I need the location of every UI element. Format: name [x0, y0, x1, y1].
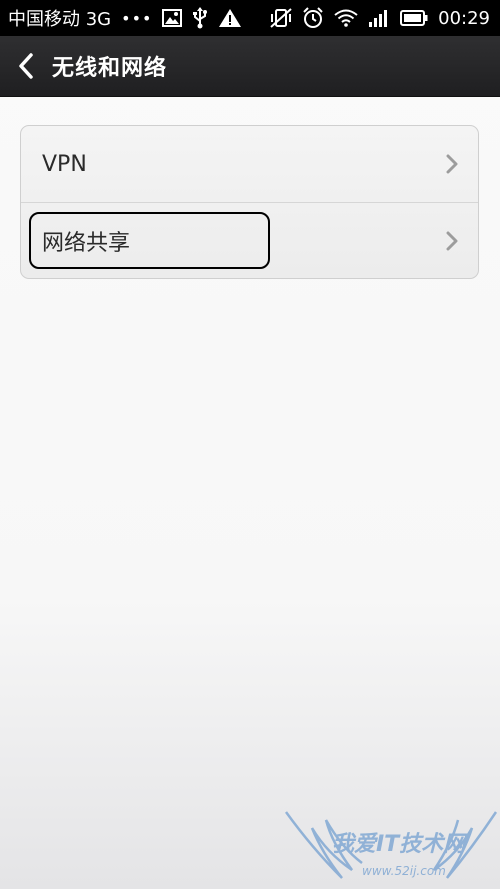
- page-title: 无线和网络: [52, 56, 168, 81]
- alarm-icon: [302, 7, 324, 29]
- signal-strength-icon: [368, 8, 390, 28]
- back-button[interactable]: [0, 36, 52, 97]
- wifi-icon: [334, 9, 358, 27]
- usb-icon: [192, 7, 208, 29]
- settings-item-vpn[interactable]: VPN: [21, 126, 478, 202]
- warning-icon: [218, 8, 242, 28]
- status-bar: 中国移动 3G ••• 00:29: [0, 0, 500, 36]
- watermark-url: www.52ij.com: [362, 864, 446, 878]
- title-bar: 无线和网络: [0, 36, 500, 97]
- highlight-annotation: [29, 212, 270, 269]
- chevron-left-icon: [18, 53, 34, 79]
- vibrate-off-icon: [270, 8, 292, 28]
- settings-item-label: VPN: [42, 151, 87, 177]
- status-left: 中国移动 3G •••: [8, 5, 242, 31]
- watermark-text: 我爱IT技术网: [332, 832, 466, 857]
- carrier-label: 中国移动 3G: [8, 9, 112, 30]
- chevron-right-icon: [446, 154, 458, 174]
- battery-icon: [400, 10, 428, 26]
- clock: 00:29: [438, 7, 490, 29]
- chevron-right-icon: [446, 231, 458, 251]
- status-right: 00:29: [270, 7, 490, 29]
- more-notifications-dots: •••: [121, 8, 153, 28]
- image-notification-icon: [162, 9, 183, 27]
- watermark: 我爱IT技术网 www.52ij.com: [282, 808, 500, 889]
